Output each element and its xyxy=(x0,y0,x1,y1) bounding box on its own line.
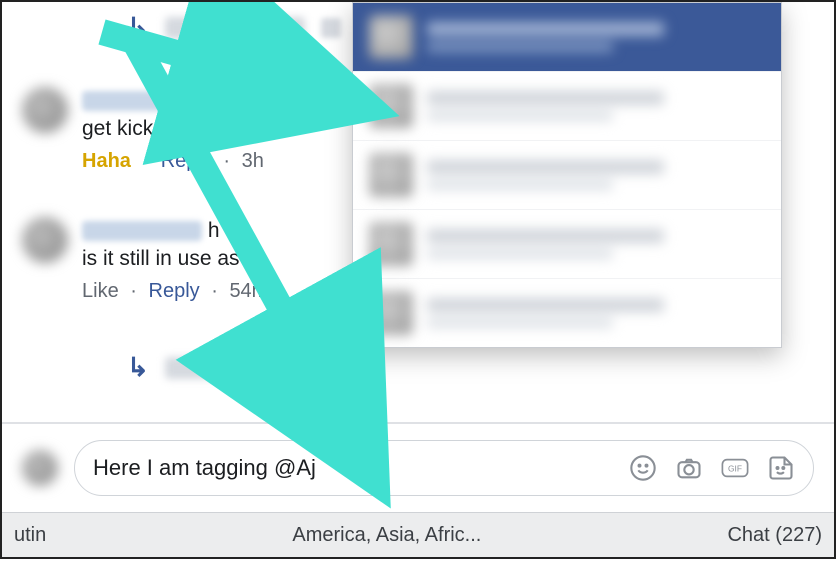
reply-link[interactable]: Reply xyxy=(161,150,212,172)
comment-text-rest: get kicked out, just xyxy=(82,117,256,140)
suggestion-text xyxy=(427,91,765,121)
mention-suggestion[interactable] xyxy=(353,72,781,141)
comment-time: 54m xyxy=(229,280,268,302)
reply-author xyxy=(165,17,305,39)
suggestion-avatar xyxy=(369,153,413,197)
suggestion-text xyxy=(427,160,765,190)
sticker-icon[interactable] xyxy=(767,454,795,482)
composer-bar: Here I am tagging @Aj GIF xyxy=(2,422,834,512)
mention-suggestion[interactable] xyxy=(353,279,781,347)
suggestion-text xyxy=(427,298,765,328)
commenter-name[interactable] xyxy=(82,91,202,111)
bottom-left-text[interactable]: utin xyxy=(14,524,46,547)
camera-icon[interactable] xyxy=(675,454,703,482)
my-avatar[interactable] xyxy=(22,450,58,486)
reply-count xyxy=(321,358,341,378)
suggestion-avatar xyxy=(369,222,413,266)
mention-suggestion[interactable] xyxy=(353,3,781,72)
bottom-center-text[interactable]: America, Asia, Afric... xyxy=(292,524,481,547)
like-link[interactable]: Like xyxy=(82,280,119,302)
gif-icon[interactable]: GIF xyxy=(721,454,749,482)
bottom-bar: utin America, Asia, Afric... Chat (227) xyxy=(2,512,834,557)
comment-text-rest: is it still in use as s xyxy=(82,247,256,270)
suggestion-avatar xyxy=(369,291,413,335)
reply-link[interactable]: Reply xyxy=(149,280,200,302)
comment-body: h is it still in use as s xyxy=(82,217,256,274)
reply-author xyxy=(165,357,305,379)
svg-text:GIF: GIF xyxy=(728,464,742,474)
emoji-icon[interactable] xyxy=(629,454,657,482)
comment-time: 3h xyxy=(242,150,264,172)
mention-suggestion[interactable] xyxy=(353,210,781,279)
bottom-chat-link[interactable]: Chat (227) xyxy=(727,524,822,547)
reply-arrow-icon: ↳ xyxy=(127,352,149,383)
mention-suggestions-popup xyxy=(352,2,782,348)
avatar[interactable] xyxy=(22,87,68,133)
suggestion-avatar xyxy=(369,15,413,59)
comment-text-start: h xyxy=(208,219,220,242)
composer-icons: GIF xyxy=(629,454,795,482)
suggestion-avatar xyxy=(369,84,413,128)
suggestion-text xyxy=(427,22,765,52)
reaction-link[interactable]: Haha xyxy=(82,150,131,172)
comment-input[interactable]: Here I am tagging @Aj GIF xyxy=(74,440,814,496)
reply-count xyxy=(321,18,341,38)
commenter-name[interactable] xyxy=(82,221,202,241)
reply-arrow-icon: ↳ xyxy=(127,12,149,43)
reply-indicator[interactable]: ↳ xyxy=(127,12,341,43)
avatar[interactable] xyxy=(22,217,68,263)
mention-suggestion[interactable] xyxy=(353,141,781,210)
comment-input-text: Here I am tagging @Aj xyxy=(93,455,617,481)
suggestion-text xyxy=(427,229,765,259)
comment-body: N get kicked out, just xyxy=(82,87,256,144)
reply-indicator[interactable]: ↳ xyxy=(127,352,341,383)
comment-text-start: N xyxy=(208,89,223,112)
